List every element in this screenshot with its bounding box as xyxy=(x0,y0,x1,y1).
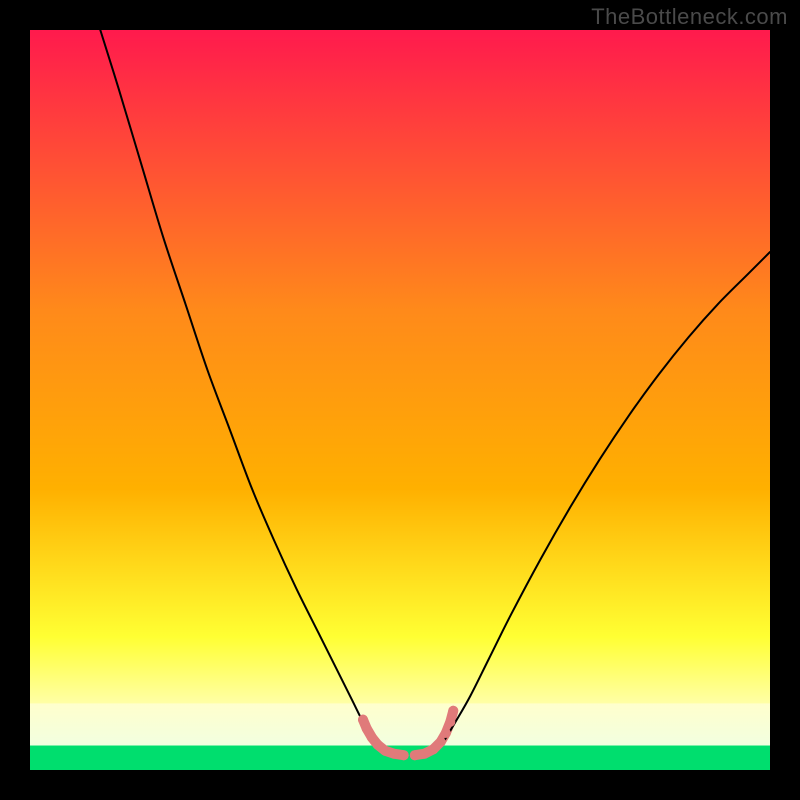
highlight-dots-left-dot xyxy=(358,715,368,725)
highlight-dots-right-dot xyxy=(410,750,420,760)
chart-pale-band xyxy=(30,703,770,745)
highlight-dots-right-dot xyxy=(445,717,455,727)
chart-frame: TheBottleneck.com xyxy=(0,0,800,800)
highlight-dots-right-dot xyxy=(428,744,438,754)
highlight-dots-right-dot xyxy=(419,749,429,759)
highlight-dots-left-dot xyxy=(399,750,409,760)
chart-plot xyxy=(30,30,770,770)
chart-background xyxy=(30,30,770,770)
highlight-dots-right-dot xyxy=(436,737,446,747)
watermark-text: TheBottleneck.com xyxy=(591,4,788,30)
highlight-dots-left-dot xyxy=(389,749,399,759)
highlight-dots-left-dot xyxy=(380,746,390,756)
highlight-dots-right-dot xyxy=(448,706,458,716)
highlight-dots-right-dot xyxy=(441,728,451,738)
highlight-dots-left-dot xyxy=(362,724,372,734)
